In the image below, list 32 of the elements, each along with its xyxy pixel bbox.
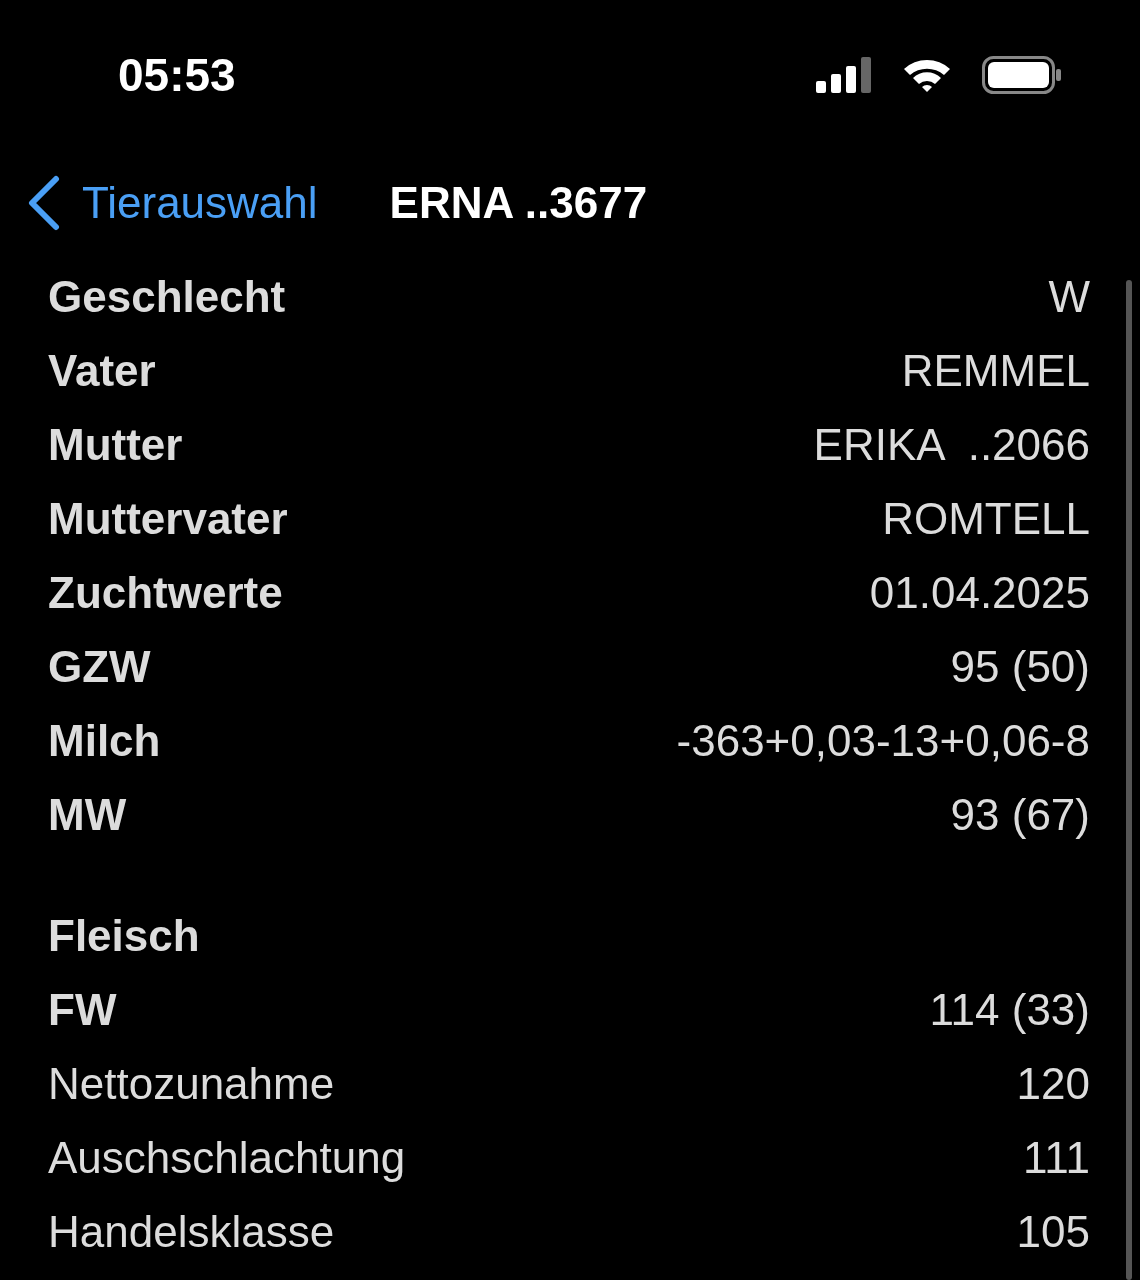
back-button[interactable]: Tierauswahl [26, 169, 318, 236]
row-label: Milch [48, 719, 161, 763]
row-label: Geschlecht [48, 275, 286, 319]
signal-icon [816, 57, 872, 93]
row-value: ERIKA ..2066 [813, 423, 1090, 467]
row-label: FW [48, 988, 117, 1032]
row-label: Handelsklasse [48, 1210, 335, 1254]
row-value: 120 [1016, 1062, 1090, 1106]
row-value: 95 (50) [950, 645, 1090, 689]
row-label: Nettozunahme [48, 1062, 335, 1106]
row-label: Vater [48, 349, 156, 393]
row-label: MW [48, 793, 127, 837]
row-value: -363+0,03-13+0,06-8 [676, 719, 1090, 763]
chevron-left-icon [26, 174, 60, 231]
row-value: 93 (67) [950, 793, 1090, 837]
row-label: Fleisch [48, 914, 200, 958]
battery-icon [982, 56, 1062, 94]
row-value: REMMEL [901, 349, 1090, 393]
row-value: ROMTELL [882, 497, 1090, 541]
row-value: 114 (33) [929, 988, 1090, 1032]
row-value: 111 [1023, 1136, 1090, 1180]
row-label: Auschschlachtung [48, 1136, 406, 1180]
row-label: Zuchtwerte [48, 571, 283, 615]
row-label: GZW [48, 645, 151, 689]
status-time: 05:53 [118, 47, 236, 103]
row-value: 105 [1016, 1210, 1090, 1254]
row-value: 01.04.2025 [869, 571, 1090, 615]
row-label: Muttervater [48, 497, 288, 541]
wifi-icon [902, 57, 952, 93]
row-label: Mutter [48, 423, 183, 467]
row-value: W [1048, 275, 1090, 319]
screen-title: ERNA ..3677 [389, 176, 648, 229]
